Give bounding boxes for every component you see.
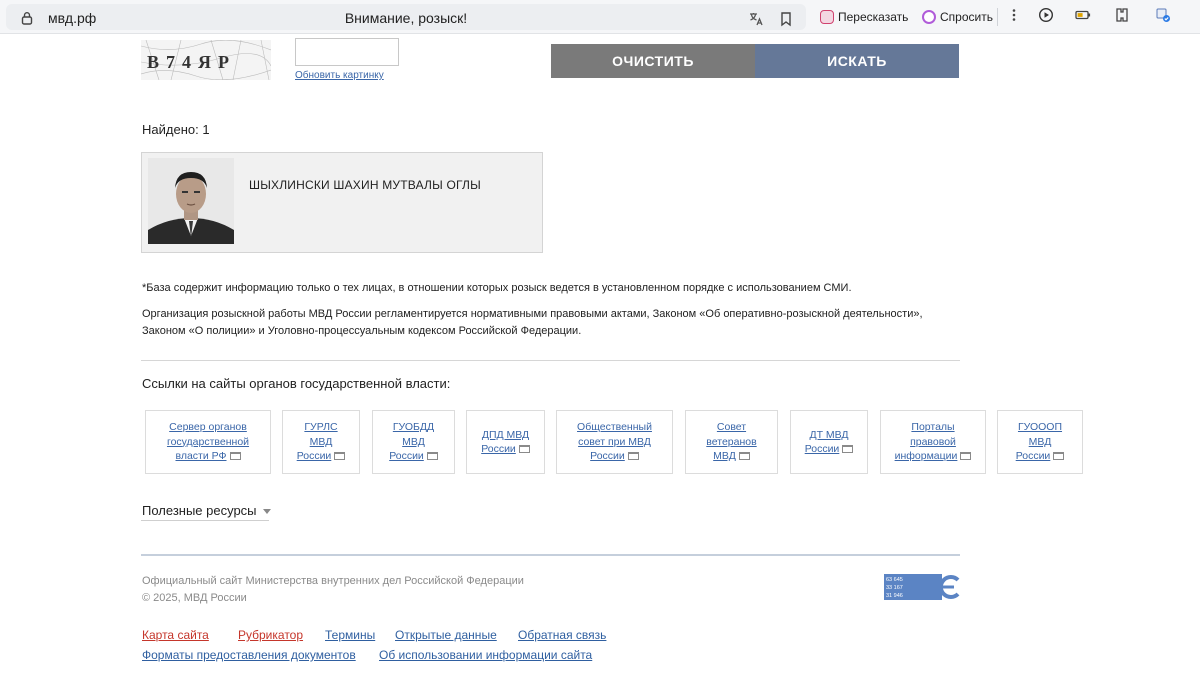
footer-divider [141,554,960,556]
chevron-down-icon [262,509,271,515]
external-link-icon [426,452,438,461]
legal-note: Организация розыскной работы МВД России … [142,306,962,340]
gov-link-legal-portals[interactable]: Порталы правовой информации [880,410,986,474]
copyright-text: © 2025, МВД России [142,592,247,604]
refresh-captcha-link[interactable]: Обновить картинку [295,70,384,81]
retell-label: Пересказать [838,10,909,24]
disclaimer-note: *База содержит информацию только о тех л… [142,282,852,294]
gov-link-guooop[interactable]: ГУОООП МВД России [997,410,1083,474]
visitor-counter[interactable]: 63 645 33 167 31 946 [884,574,960,600]
captcha-input[interactable] [295,38,399,66]
useful-resources-label: Полезные ресурсы [142,503,257,518]
counter-value: 63 645 [886,577,903,583]
tab-title: Внимание, розыск! [344,10,468,26]
results-count: Найдено: 1 [142,122,210,137]
gov-link-dpd[interactable]: ДПД МВД России [466,410,545,474]
search-button[interactable]: искать [755,44,959,78]
result-card[interactable]: ШЫХЛИНСКИ ШАХИН МУТВАЛЫ ОГЛЫ [141,152,543,253]
external-link-icon [334,452,346,461]
captcha-text: В74ЯР [147,52,236,72]
dropdown-underline [141,520,269,521]
retell-icon [820,10,834,24]
browser-toolbar: мвд.рф Внимание, розыск! Пересказать Спр… [0,0,1200,34]
gov-link-dt[interactable]: ДТ МВД России [790,410,868,474]
protect-icon[interactable] [1155,7,1171,23]
gov-link-public-council[interactable]: Общественный совет при МВД России [556,410,673,474]
external-link-icon [842,445,854,454]
toolbar-divider [997,8,998,26]
external-link-icon [960,452,972,461]
person-name[interactable]: ШЫХЛИНСКИ ШАХИН МУТВАЛЫ ОГЛЫ [249,178,481,192]
ask-label: Спросить [940,10,993,24]
gov-link-gurls[interactable]: ГУРЛС МВД России [282,410,360,474]
divider [141,360,960,361]
person-photo [148,158,234,244]
external-link-icon [518,445,530,454]
ask-icon [922,10,936,24]
captcha-image: В74ЯР [141,40,271,80]
info-usage-link[interactable]: Об использовании информации сайта [379,648,592,662]
counter-value: 33 167 [886,585,903,591]
sitemap-link[interactable]: Карта сайта [142,628,209,642]
clear-button[interactable]: очистить [551,44,755,78]
extension-icon[interactable] [1114,7,1130,23]
ask-button[interactable]: Спросить [918,6,997,28]
open-data-link[interactable]: Открытые данные [395,628,497,642]
document-formats-link[interactable]: Форматы предоставления документов [142,648,356,662]
bookmark-icon[interactable] [778,11,794,27]
more-vertical-icon[interactable] [1006,7,1022,23]
translate-icon[interactable] [748,11,764,27]
external-link-icon [627,452,639,461]
media-play-icon[interactable] [1038,7,1054,23]
rubricator-link[interactable]: Рубрикатор [238,628,303,642]
external-link-icon [1053,452,1065,461]
official-site-text: Официальный сайт Министерства внутренних… [142,575,524,587]
gov-links-title: Ссылки на сайты органов государственной … [142,376,451,391]
legal-note-line: Законом «О полиции» и Уголовно-процессуа… [142,325,582,337]
lock-icon [21,12,33,25]
feedback-link[interactable]: Обратная связь [518,628,606,642]
counter-value: 31 946 [886,593,903,599]
gov-link-veterans[interactable]: Совет ветеранов МВД [685,410,778,474]
legal-note-line: Организация розыскной работы МВД России … [142,308,923,320]
gov-link-server[interactable]: Сервер органов государственной власти РФ [145,410,271,474]
external-link-icon [229,452,241,461]
address-bar[interactable]: мвд.рф Внимание, розыск! [6,4,806,30]
battery-icon[interactable] [1075,7,1091,23]
url-text: мвд.рф [48,10,97,26]
external-link-icon [738,452,750,461]
gov-link-guobdd[interactable]: ГУОБДД МВД России [372,410,455,474]
terms-link[interactable]: Термины [325,628,375,642]
retell-button[interactable]: Пересказать [816,6,912,28]
useful-resources-dropdown[interactable]: Полезные ресурсы [142,503,271,518]
